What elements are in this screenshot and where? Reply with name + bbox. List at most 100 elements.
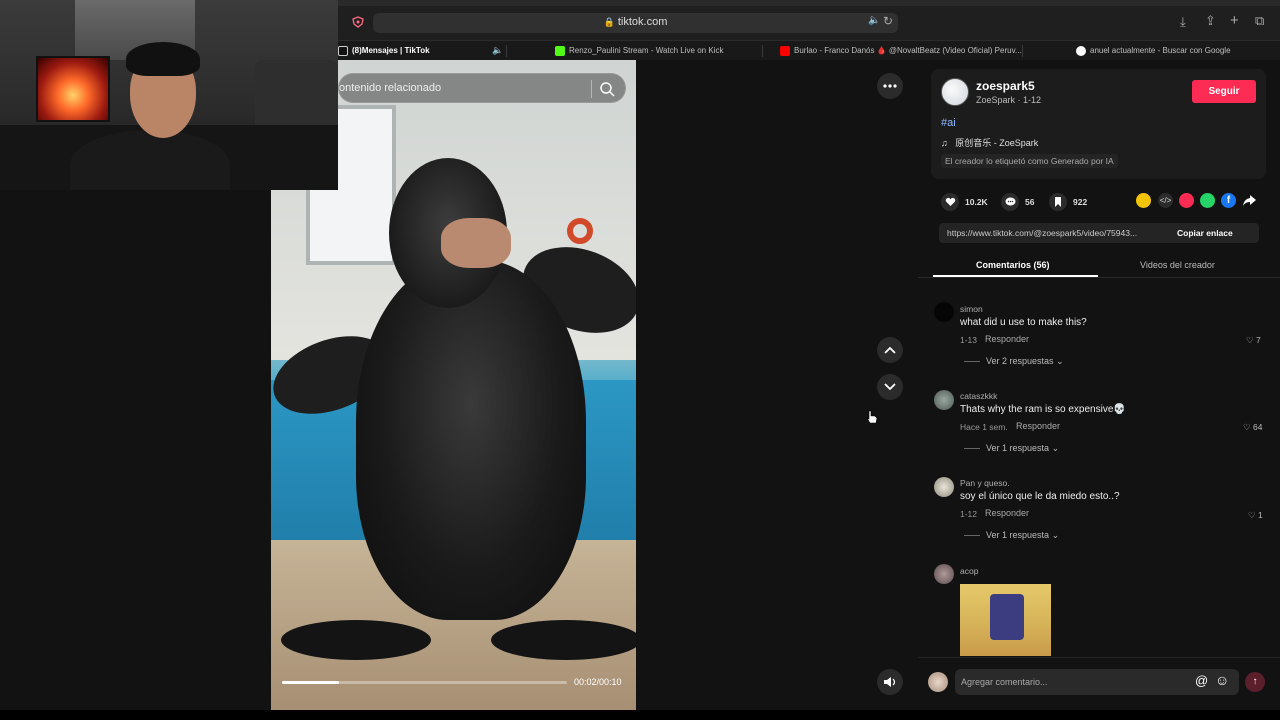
comment-text: Thats why the ram is so expensive💀	[960, 404, 1126, 415]
comment-avatar[interactable]	[934, 564, 954, 584]
speaker-icon[interactable]: 🔈	[868, 15, 880, 26]
new-tab-icon[interactable]: +	[1230, 12, 1239, 29]
lifebuoy-scenery	[567, 218, 593, 244]
tab-comments[interactable]: Comentarios (56)	[976, 260, 1050, 270]
mouse-cursor-icon	[866, 410, 878, 424]
video-progress-bar[interactable]	[282, 681, 567, 684]
comment-like-button[interactable]: ♡ 1	[1248, 510, 1263, 521]
tab-overview-icon[interactable]: ⧉	[1255, 13, 1264, 29]
video-link-url: https://www.tiktok.com/@zoespark5/video/…	[947, 228, 1138, 238]
comment-avatar[interactable]	[934, 477, 954, 497]
comment-date: 1-12	[960, 509, 978, 519]
previous-video-button[interactable]	[877, 337, 903, 363]
seal-foot-left	[281, 620, 431, 660]
chevron-down-icon: ⌄	[1051, 530, 1060, 540]
share-arrow-icon[interactable]	[1243, 195, 1256, 206]
like-count: 10.2K	[965, 197, 988, 207]
comment-avatar[interactable]	[934, 302, 954, 322]
view-replies-label: Ver 1 respuesta	[986, 443, 1050, 453]
hashtag-link[interactable]: #ai	[941, 117, 956, 129]
reply-button[interactable]: Responder	[985, 334, 1029, 344]
active-tab-underline	[933, 275, 1098, 277]
whatsapp-icon[interactable]	[1200, 193, 1215, 208]
comment-date: Hace 1 sem.	[960, 422, 1008, 432]
comment-stat[interactable]: 56	[1001, 193, 1034, 211]
reload-icon[interactable]: ↻	[883, 14, 893, 28]
comment-like-button[interactable]: ♡ 7	[1246, 335, 1261, 346]
copy-link-button[interactable]: Copiar enlace	[1177, 228, 1233, 238]
webcam-tv-fire	[36, 56, 110, 122]
comment-bubble-icon	[1001, 193, 1019, 211]
youtube-favicon-icon	[780, 46, 790, 56]
comment-like-count: 1	[1257, 510, 1263, 520]
webcam-overlay	[0, 0, 338, 190]
mention-icon[interactable]: @	[1195, 673, 1208, 688]
current-user-avatar[interactable]	[928, 672, 948, 692]
related-content-search[interactable]: ontenido relacionado	[338, 73, 626, 103]
tab-kick-stream[interactable]: Renzo_Paulini Stream - Watch Live on Kic…	[551, 41, 751, 61]
comment-username[interactable]: Pan y queso.	[960, 478, 1010, 488]
url-value: tiktok.com	[617, 16, 668, 28]
tab-divider	[762, 45, 763, 57]
comment-tabs: Comentarios (56) Videos del creador	[918, 253, 1280, 278]
view-replies-button[interactable]: Ver 1 respuesta ⌄	[964, 443, 1059, 454]
ai-generated-label: El creador lo etiquetó como Generado por…	[941, 154, 1118, 168]
seal-foot-right	[491, 620, 636, 660]
comment-username[interactable]: cataszkkk	[960, 391, 997, 401]
music-row[interactable]: ♫ 原创音乐 - ZoeSpark	[941, 136, 1038, 149]
reply-button[interactable]: Responder	[985, 508, 1029, 518]
next-video-button[interactable]	[877, 374, 903, 400]
more-options-button[interactable]	[877, 73, 903, 99]
comment-date: 1-13	[960, 335, 978, 345]
creator-username[interactable]: zoespark5	[976, 79, 1035, 93]
video-progress-fill	[282, 681, 339, 684]
embed-code-icon[interactable]: </>	[1158, 193, 1173, 208]
comment-like-count: 7	[1255, 335, 1261, 345]
tab-tiktok-messages[interactable]: (8)Mensajes | TikTok	[334, 41, 499, 61]
comment-like-button[interactable]: ♡ 64	[1243, 422, 1262, 433]
tab-creator-videos[interactable]: Videos del creador	[1140, 260, 1215, 270]
address-bar[interactable]: 🔒 tiktok.com 🔈 ↻	[373, 13, 898, 33]
shield-icon[interactable]	[352, 16, 364, 28]
download-icon[interactable]: ⤓	[1180, 14, 1186, 30]
like-stat[interactable]: 10.2K	[941, 193, 988, 211]
send-friend-icon[interactable]	[1179, 193, 1194, 208]
tab-youtube-burlao[interactable]: Burlao - Franco Danós 🩸 @NovaltBeatz (Vi…	[776, 41, 1021, 61]
view-replies-button[interactable]: Ver 1 respuesta ⌄	[964, 530, 1059, 541]
comment-text: soy el único que le da miedo esto..?	[960, 491, 1120, 502]
tab-google-search[interactable]: anuel actualmente - Buscar con Google	[1072, 41, 1272, 61]
bottom-strip	[0, 710, 1280, 720]
video-time: 00:02/00:10	[574, 677, 622, 687]
comment-avatar[interactable]	[934, 390, 954, 410]
tiktok-favicon-icon	[338, 46, 348, 56]
comment-image[interactable]	[960, 584, 1051, 656]
video-link-box[interactable]: https://www.tiktok.com/@zoespark5/video/…	[939, 223, 1259, 243]
view-replies-label: Ver 1 respuesta	[986, 530, 1050, 540]
music-note-icon: ♫	[941, 138, 948, 148]
seal-hand	[441, 218, 511, 268]
volume-button[interactable]	[877, 669, 903, 695]
url-text: 🔒 tiktok.com	[373, 16, 898, 28]
view-replies-button[interactable]: Ver 2 respuestas ⌄	[964, 356, 1064, 367]
comment-username[interactable]: acop	[960, 566, 978, 576]
heart-icon	[941, 193, 959, 211]
search-icon[interactable]	[597, 79, 617, 99]
ellipsis-icon	[883, 84, 897, 88]
coin-share-icon[interactable]	[1136, 193, 1151, 208]
comment-text: what did u use to make this?	[960, 317, 1087, 328]
save-stat[interactable]: 922	[1049, 193, 1087, 211]
send-comment-button[interactable]: ↑	[1245, 672, 1265, 692]
search-placeholder-text: ontenido relacionado	[339, 82, 442, 94]
reply-button[interactable]: Responder	[1016, 421, 1060, 431]
follow-button[interactable]: Seguir	[1192, 80, 1256, 103]
chevron-down-icon: ⌄	[1056, 356, 1064, 366]
tab-label: (8)Mensajes | TikTok	[352, 46, 430, 55]
tab-audio-icon[interactable]: 🔈	[492, 45, 503, 56]
emoji-icon[interactable]: ☺	[1215, 672, 1229, 688]
share-icon[interactable]: ⇪	[1205, 13, 1216, 29]
facebook-icon[interactable]: f	[1221, 193, 1236, 208]
kick-favicon-icon	[555, 46, 565, 56]
comment-username[interactable]: simon	[960, 304, 983, 314]
chevron-down-icon: ⌄	[1051, 443, 1060, 453]
creator-avatar[interactable]	[941, 78, 969, 106]
